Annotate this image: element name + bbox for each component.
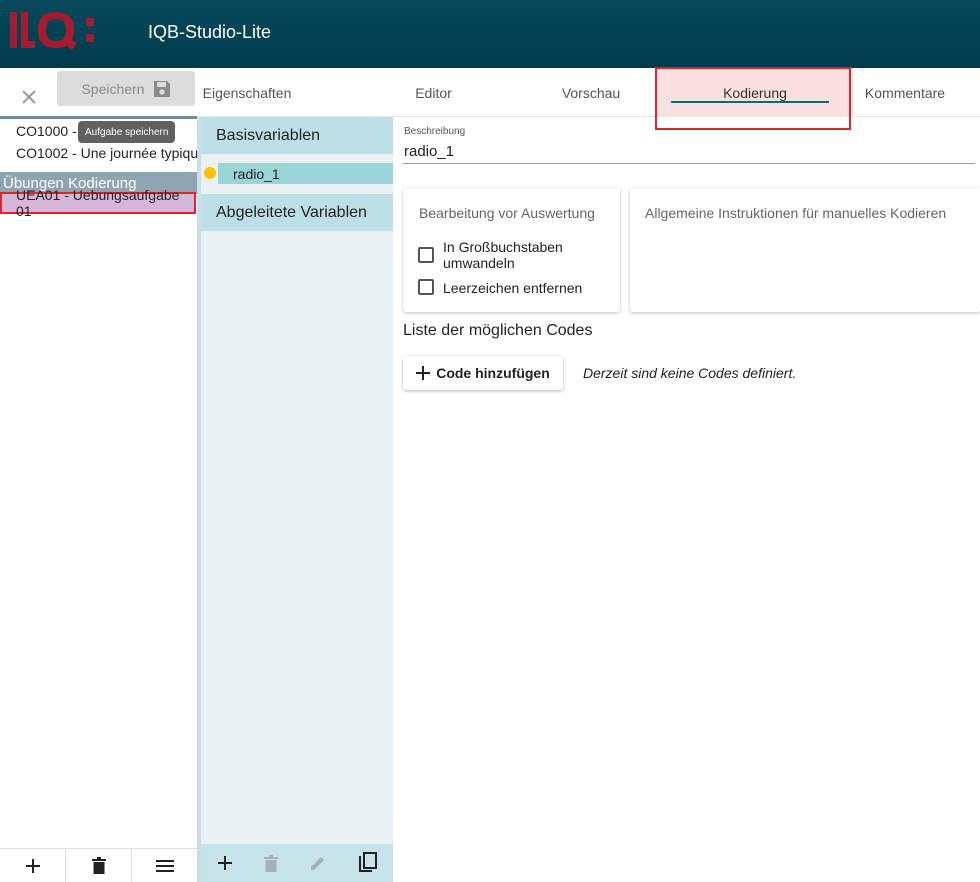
description-input[interactable]: radio_1 bbox=[404, 143, 454, 160]
add-code-label: Code hinzufügen bbox=[436, 365, 550, 381]
plus-icon bbox=[25, 858, 40, 873]
codes-list-title: Liste der möglichen Codes bbox=[403, 322, 593, 339]
close-icon bbox=[22, 90, 36, 104]
save-icon bbox=[153, 80, 170, 97]
unit-item-selected[interactable]: UEA01 - Uebungsaufgabe 01 bbox=[0, 187, 196, 219]
variables-toolbar bbox=[201, 844, 393, 882]
trash-icon bbox=[91, 857, 106, 874]
plus-icon bbox=[416, 366, 431, 380]
tab-editor[interactable]: Editor bbox=[381, 68, 486, 117]
iqb-logo bbox=[10, 12, 94, 50]
app-header: IQB-Studio-Lite bbox=[0, 0, 980, 68]
add-variable-icon[interactable] bbox=[217, 855, 233, 871]
instructions-title: Allgemeine Instruktionen für manuelles K… bbox=[645, 205, 947, 221]
close-button[interactable] bbox=[10, 76, 48, 118]
save-button-label: Speichern bbox=[81, 80, 145, 97]
tab-kodierung[interactable]: Kodierung bbox=[657, 68, 853, 117]
delete-unit-button[interactable] bbox=[66, 848, 132, 882]
save-button[interactable]: Speichern bbox=[57, 71, 195, 106]
description-underline bbox=[403, 163, 975, 164]
uppercase-checkbox[interactable] bbox=[418, 247, 434, 263]
active-tab-indicator bbox=[671, 101, 829, 103]
processing-card: Bearbeitung vor Auswertung In Großbuchst… bbox=[403, 188, 620, 312]
uppercase-label: In Großbuchstaben umwandeln bbox=[443, 239, 563, 271]
description-label: Beschreibung bbox=[404, 126, 466, 137]
no-codes-message: Derzeit sind keine Codes definiert. bbox=[583, 365, 797, 381]
remove-spaces-label: Leerzeichen entfernen bbox=[443, 280, 583, 296]
tab-eigenschaften[interactable]: Eigenschaften bbox=[197, 68, 297, 117]
editor-tabs: Eigenschaften Editor Vorschau Kodierung … bbox=[197, 68, 980, 117]
copy-variable-icon[interactable] bbox=[358, 852, 378, 874]
unit-list-panel: Speichern Aufgabe speichern CO1000 - E C… bbox=[0, 68, 206, 882]
menu-icon bbox=[155, 859, 174, 872]
panel-separator bbox=[0, 116, 197, 119]
tab-kommentare[interactable]: Kommentare bbox=[857, 68, 953, 117]
app-title: IQB-Studio-Lite bbox=[148, 22, 272, 42]
add-code-button[interactable]: Code hinzufügen bbox=[403, 356, 563, 390]
tab-vorschau[interactable]: Vorschau bbox=[541, 68, 641, 117]
save-tooltip: Aufgabe speichern bbox=[78, 121, 176, 143]
processing-title: Bearbeitung vor Auswertung bbox=[419, 205, 595, 221]
edit-variable-icon[interactable] bbox=[309, 854, 327, 872]
uppercase-label-line1: In Großbuchstaben bbox=[443, 239, 563, 255]
tab-kodierung-label: Kodierung bbox=[723, 84, 787, 101]
menu-button[interactable] bbox=[132, 848, 197, 882]
instructions-card[interactable]: Allgemeine Instruktionen für manuelles K… bbox=[630, 188, 980, 312]
unit-list-toolbar bbox=[0, 848, 197, 882]
uppercase-label-line2: umwandeln bbox=[443, 255, 515, 271]
variable-item[interactable]: radio_1 bbox=[218, 163, 393, 184]
delete-variable-icon[interactable] bbox=[263, 854, 278, 872]
base-variables-header: Basisvariablen bbox=[201, 117, 393, 154]
unit-item[interactable]: CO1002 - Une journée typique bbox=[16, 145, 206, 161]
variables-panel: Basisvariablen radio_1 Abgeleitete Varia… bbox=[201, 117, 393, 882]
derived-variables-header: Abgeleitete Variablen bbox=[201, 194, 393, 231]
remove-spaces-checkbox[interactable] bbox=[418, 279, 434, 295]
status-dot bbox=[204, 167, 216, 179]
add-unit-button[interactable] bbox=[0, 848, 66, 882]
